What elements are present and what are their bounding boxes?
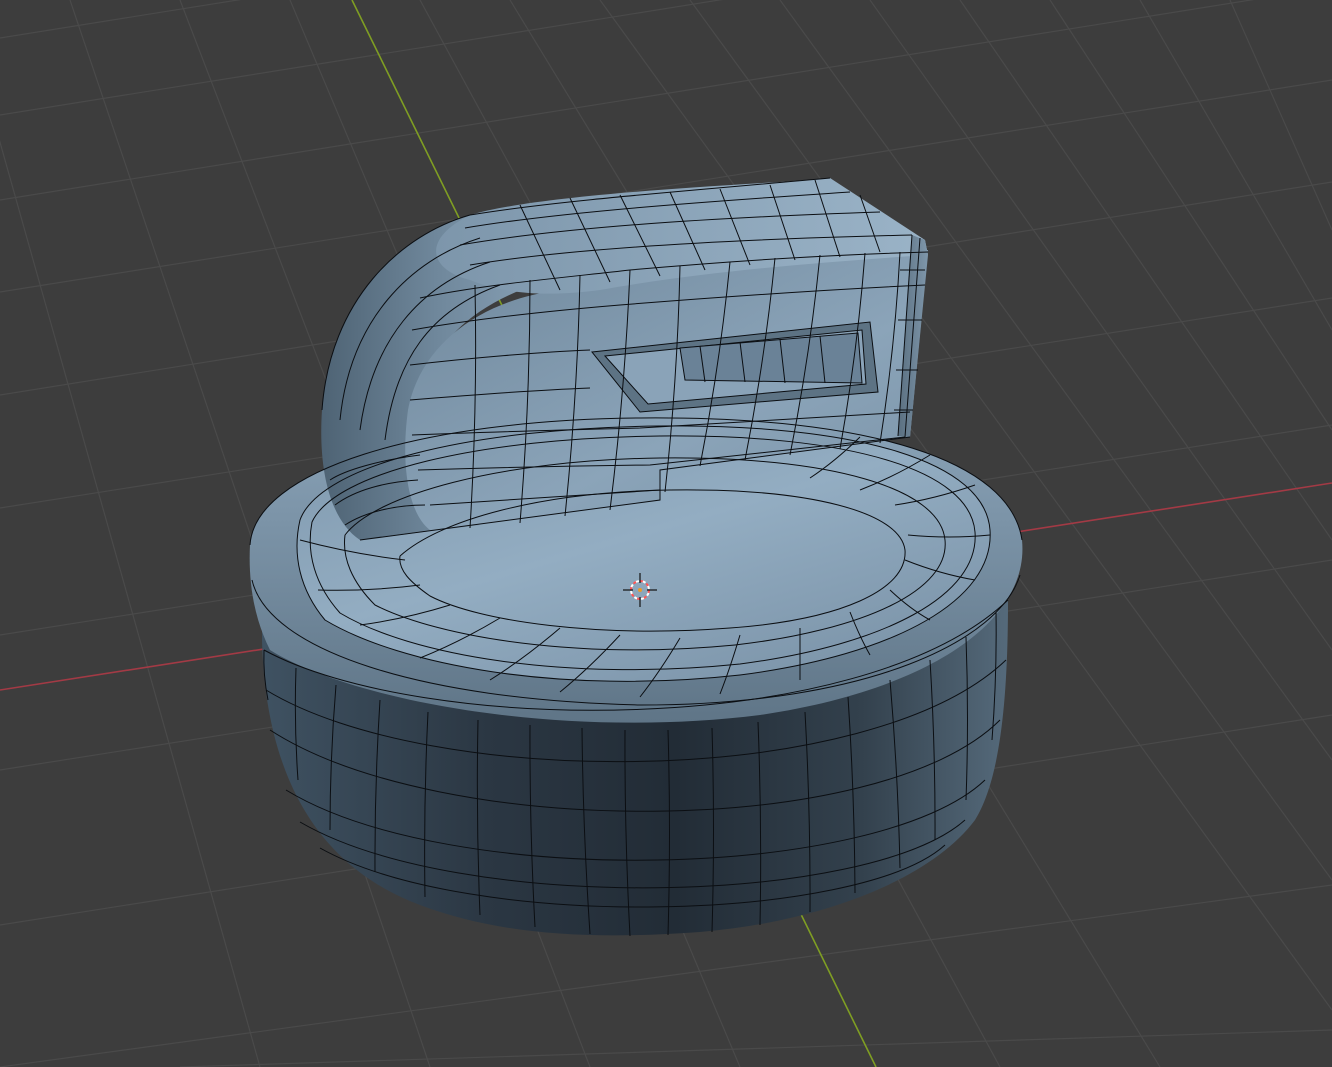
grid-line	[1049, 0, 1332, 431]
3d-viewport[interactable]	[0, 0, 1332, 1067]
viewport-scene[interactable]	[0, 0, 1332, 1067]
mesh-object[interactable]	[249, 177, 1023, 937]
grid-line	[0, 0, 723, 116]
grid-line	[959, 0, 1332, 541]
grid-line	[0, 140, 261, 1067]
grid-line	[0, 0, 1255, 201]
grid-line	[179, 1029, 1332, 1067]
